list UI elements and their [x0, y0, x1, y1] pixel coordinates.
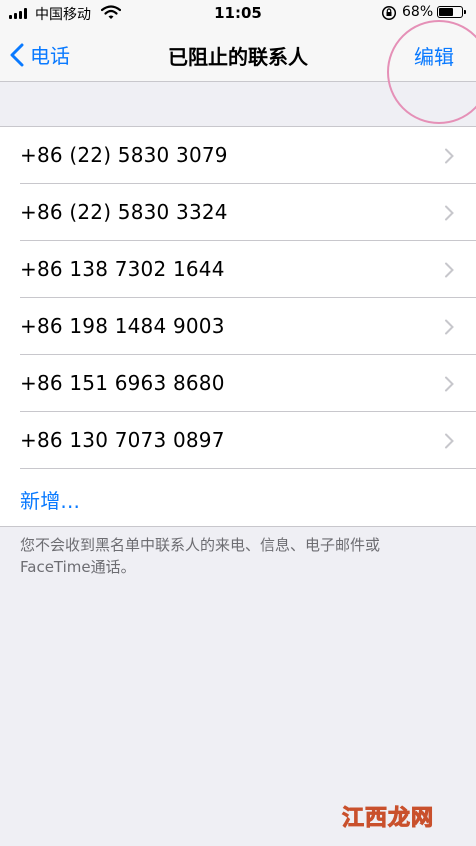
status-bar: 中国移动 11:05 68%	[0, 0, 476, 26]
phone-number: +86 (22) 5830 3324	[20, 200, 228, 224]
chevron-right-icon	[445, 148, 454, 164]
watermark-logo: 江西龙网	[341, 806, 435, 832]
footer-note: 您不会收到黑名单中联系人的来电、信息、电子邮件或FaceTime通话。	[20, 536, 381, 576]
blocked-contact-row[interactable]: +86 151 6963 8680	[0, 355, 476, 412]
chevron-right-icon	[445, 205, 454, 221]
chevron-right-icon	[445, 433, 454, 449]
blocked-contact-row[interactable]: +86 198 1484 9003	[0, 298, 476, 355]
blocked-contact-row[interactable]: +86 130 7073 0897	[0, 412, 476, 469]
phone-number: +86 151 6963 8680	[20, 371, 225, 395]
edit-button[interactable]: 编辑	[414, 41, 454, 70]
battery-percent: 68%	[402, 4, 434, 20]
page-title: 已阻止的联系人	[168, 45, 308, 69]
add-new-label: 新增...	[20, 489, 81, 513]
phone-number: +86 130 7073 0897	[20, 428, 225, 452]
add-new-button[interactable]: 新增...	[0, 469, 476, 526]
battery-icon	[437, 6, 466, 18]
blocked-contacts-list: +86 (22) 5830 3079 +86 (22) 5830 3324 +8…	[0, 126, 476, 527]
phone-number: +86 (22) 5830 3079	[20, 143, 228, 167]
blocked-contact-row[interactable]: +86 (22) 5830 3324	[0, 184, 476, 241]
blocked-contact-row[interactable]: +86 (22) 5830 3079	[0, 127, 476, 184]
chevron-right-icon	[445, 262, 454, 278]
phone-number: +86 138 7302 1644	[20, 257, 225, 281]
orientation-lock-icon	[381, 5, 397, 25]
highlight-circle	[387, 20, 476, 124]
phone-number: +86 198 1484 9003	[20, 314, 225, 338]
blocked-contact-row[interactable]: +86 138 7302 1644	[0, 241, 476, 298]
chevron-right-icon	[445, 376, 454, 392]
chevron-right-icon	[445, 319, 454, 335]
navigation-bar: 电话 已阻止的联系人 编辑	[0, 20, 476, 124]
